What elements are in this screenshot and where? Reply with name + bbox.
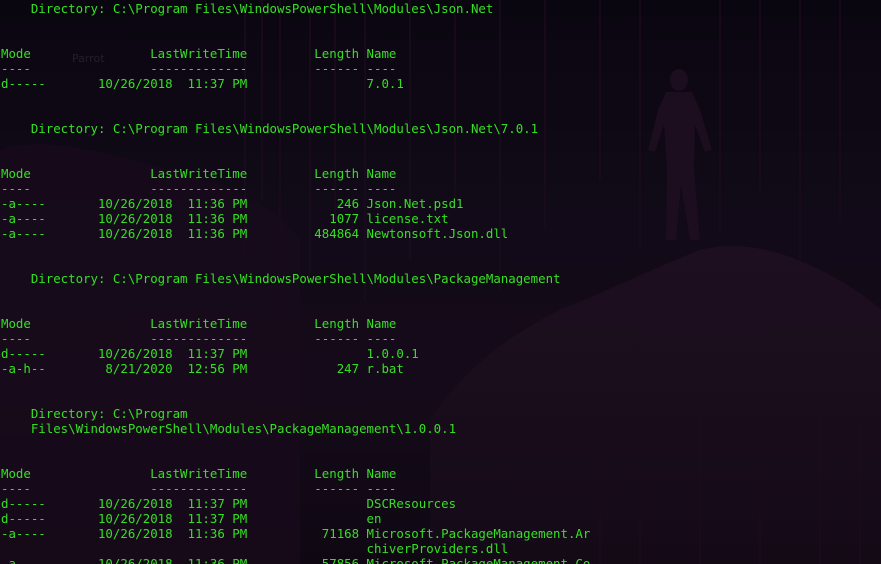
output-line: Directory: C:\Program Files\WindowsPower… [1, 121, 539, 136]
output-line: Mode LastWriteTime Length Name [1, 316, 397, 331]
terminal-output[interactable]: Directory: C:\Program Files\WindowsPower… [1, 1, 590, 564]
output-line: d----- 10/26/2018 11:37 PM 1.0.0.1 [1, 346, 419, 361]
output-line: ---- ------------- ------ ---- [1, 481, 397, 496]
output-line: -a-h-- 8/21/2020 12:56 PM 247 r.bat [1, 361, 404, 376]
output-line: Directory: C:\Program Files\WindowsPower… [1, 1, 494, 16]
output-line: -a---- 10/26/2018 11:36 PM 484864 Newton… [1, 226, 509, 241]
output-line: -a---- 10/26/2018 11:36 PM 246 Json.Net.… [1, 196, 464, 211]
output-line: Mode LastWriteTime Length Name [1, 166, 397, 181]
output-line: Mode LastWriteTime Length Name [1, 46, 397, 61]
output-line: -a---- 10/26/2018 11:36 PM 57856 Microso… [1, 556, 591, 564]
output-line: ---- ------------- ------ ---- [1, 61, 397, 76]
output-line: Directory: C:\Program Files\WindowsPower… [1, 271, 561, 286]
output-line: d----- 10/26/2018 11:37 PM en [1, 511, 382, 526]
output-line: ---- ------------- ------ ---- [1, 331, 397, 346]
output-line: Files\WindowsPowerShell\Modules\PackageM… [1, 421, 457, 436]
output-line: d----- 10/26/2018 11:37 PM 7.0.1 [1, 76, 404, 91]
terminal-window[interactable]: Parrot Directory: C:\Program Files\Windo… [0, 0, 881, 564]
output-line: ---- ------------- ------ ---- [1, 181, 397, 196]
output-line: d----- 10/26/2018 11:37 PM DSCResources [1, 496, 457, 511]
figure-silhouette [648, 69, 712, 240]
output-line: Directory: C:\Program [1, 406, 188, 421]
output-line: chiverProviders.dll [1, 541, 509, 556]
output-line: -a---- 10/26/2018 11:36 PM 71168 Microso… [1, 526, 591, 541]
output-line: Mode LastWriteTime Length Name [1, 466, 397, 481]
output-line: -a---- 10/26/2018 11:36 PM 1077 license.… [1, 211, 449, 226]
